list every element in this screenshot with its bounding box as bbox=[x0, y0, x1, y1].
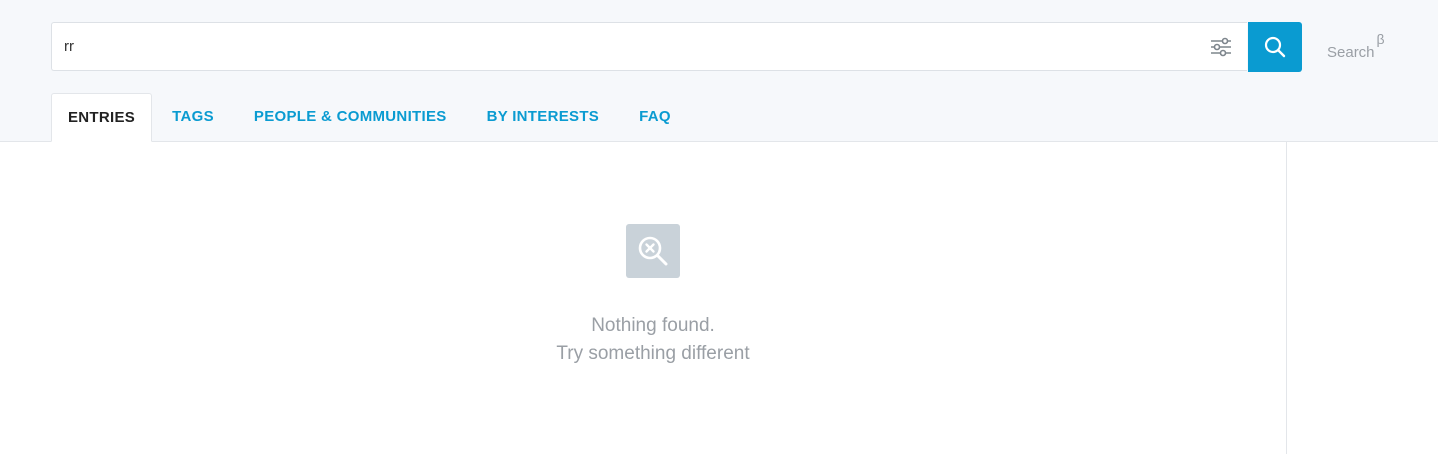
beta-badge: β bbox=[1376, 31, 1385, 47]
empty-state-message: Nothing found. Try something different bbox=[453, 312, 853, 368]
search-box bbox=[51, 22, 1247, 71]
empty-state-line2: Try something different bbox=[556, 343, 750, 364]
tab-entries[interactable]: ENTRIES bbox=[51, 93, 153, 142]
search-tabs: ENTRIES TAGS PEOPLE & COMMUNITIES BY INT… bbox=[51, 93, 691, 142]
empty-state-line1: Nothing found. bbox=[591, 315, 715, 336]
search-button[interactable] bbox=[1248, 22, 1302, 72]
search-header: Searchβ ENTRIES TAGS PEOPLE & COMMUNITIE… bbox=[0, 0, 1438, 142]
tab-by-interests[interactable]: BY INTERESTS bbox=[467, 93, 620, 141]
search-brand-label: Searchβ bbox=[1327, 31, 1385, 61]
filter-sliders-icon[interactable] bbox=[1210, 37, 1232, 57]
tab-people-communities[interactable]: PEOPLE & COMMUNITIES bbox=[234, 93, 467, 141]
brand-label: Search bbox=[1327, 44, 1375, 61]
sidebar-divider bbox=[1286, 142, 1287, 454]
search-input[interactable] bbox=[64, 23, 1194, 70]
search-not-found-icon bbox=[626, 224, 680, 278]
tab-tags[interactable]: TAGS bbox=[152, 93, 234, 141]
tab-faq[interactable]: FAQ bbox=[619, 93, 691, 141]
